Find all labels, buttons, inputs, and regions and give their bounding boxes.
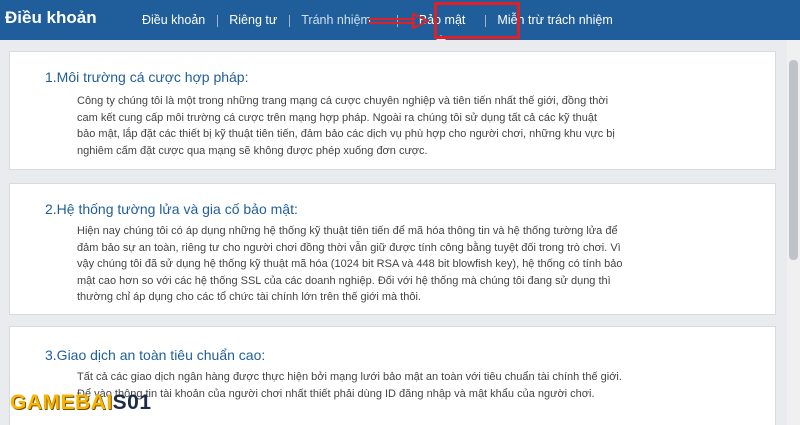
section-card: 1.Môi trường cá cược hợp pháp: Công ty c… bbox=[9, 51, 776, 170]
page-title: Điều khoản bbox=[5, 8, 97, 27]
section-title: 2.Hệ thống tường lửa và gia cố bảo mật: bbox=[45, 201, 298, 217]
section-title: 1.Môi trường cá cược hợp pháp: bbox=[45, 69, 249, 85]
tab-rieng-tu[interactable]: Riêng tư bbox=[217, 0, 289, 40]
section-title: 3.Giao dịch an toàn tiêu chuẩn cao: bbox=[45, 347, 266, 363]
body-line: Để vào thông tin tài khoản của người chơ… bbox=[77, 387, 595, 400]
section-card: 2.Hệ thống tường lửa và gia cố bảo mật: … bbox=[9, 183, 776, 315]
watermark-part2: S01 bbox=[112, 391, 152, 414]
active-tab-highlight bbox=[434, 2, 520, 39]
body-line: vậy chúng tôi đã sử dụng hệ thống kỹ thu… bbox=[77, 258, 623, 270]
scrollbar-thumb[interactable] bbox=[789, 60, 798, 260]
vertical-scrollbar[interactable] bbox=[787, 40, 800, 425]
body-line: cam kết cung cấp môi trường cá cược trên… bbox=[77, 111, 598, 124]
body-line: mật cao hơn so với các hệ thống SSL của … bbox=[77, 274, 611, 287]
top-nav-bar: Điều khoản Điều khoản Riêng tư Tránh nhi… bbox=[0, 0, 800, 40]
section-body: Hiện nay chúng tôi có áp dụng những hệ t… bbox=[77, 223, 757, 306]
watermark-logo: GAMEBAIS01 bbox=[10, 391, 152, 415]
body-line: đảm bảo sự an toàn, riêng tư cho người c… bbox=[77, 241, 621, 254]
watermark-part1: GAMEBAI bbox=[10, 391, 113, 414]
red-arrow-icon bbox=[369, 13, 429, 29]
body-line: thường chỉ áp dụng cho các tổ chức tài c… bbox=[77, 291, 421, 303]
body-line: bảo mật, lắp đặt các thiết bị kỹ thuật t… bbox=[77, 128, 615, 140]
body-line: Hiện nay chúng tôi có áp dụng những hệ t… bbox=[77, 225, 618, 237]
body-line: Tất cả các giao dịch ngân hàng được thực… bbox=[77, 371, 622, 383]
tab-dieu-khoan[interactable]: Điều khoản bbox=[130, 0, 217, 40]
body-line: Công ty chúng tôi là một trong những tra… bbox=[77, 95, 609, 107]
section-body: Công ty chúng tôi là một trong những tra… bbox=[77, 93, 757, 159]
section-body: Tất cả các giao dịch ngân hàng được thực… bbox=[77, 369, 757, 402]
body-line: nghiêm cấm đặt cược qua mạng sẽ không đư… bbox=[77, 144, 428, 157]
